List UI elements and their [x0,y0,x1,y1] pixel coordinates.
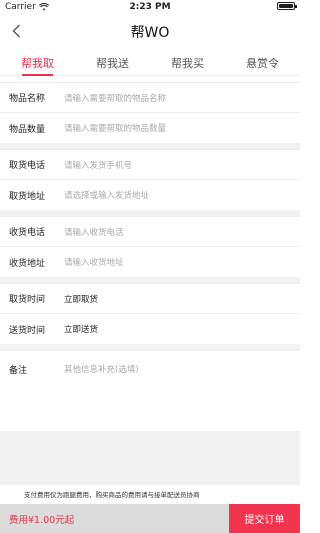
recv-phone-input[interactable]: 请输入收货电话 [64,226,124,238]
recv-addr-row: 收货地址 请输入收货地址 [0,247,300,277]
pickup-time-value[interactable]: 立即取货 [64,293,98,305]
fee-notice: 支付费用仅为跑腿费用，购买商品的费用请与接单配送员协商 [24,491,200,499]
remark-label: 备注 [9,365,28,376]
pickup-time-label: 取货时间 [9,295,46,305]
pickup-time-row[interactable]: 取货时间 立即取货 [0,284,300,314]
time-section: 取货时间 立即取货 送货时间 立即送货 [0,283,300,344]
remark-input[interactable]: 其他信息补充(选填) [64,363,139,375]
remark-section: 备注 其他信息补充(选填) [0,350,300,387]
item-name-input[interactable]: 请输入需要帮取的物品名称 [64,92,166,104]
pickup-addr-input[interactable]: 请选择或输入发货地址 [64,189,149,201]
receive-section: 收货电话 请输入收货电话 收货地址 请输入收货地址 [0,216,300,277]
item-name-row: 物品名称 请输入需要帮取的物品名称 [0,83,300,113]
pickup-addr-row: 取货地址 请选择或输入发货地址 [0,180,300,210]
battery-icon [277,2,297,10]
item-section: 物品名称 请输入需要帮取的物品名称 物品数量 请输入需要帮取的物品数量 [0,82,300,143]
tab-help-deliver[interactable]: 帮我送 [75,48,150,75]
pickup-phone-label: 取货电话 [9,161,46,171]
item-qty-input[interactable]: 请输入需要帮取的物品数量 [64,122,166,134]
item-qty-label: 物品数量 [9,124,46,135]
bottom-spacer [0,431,300,485]
recv-addr-input[interactable]: 请输入收货地址 [64,256,124,268]
delivery-time-value[interactable]: 立即送货 [64,323,98,335]
pickup-section: 取货电话 请输入发货手机号 取货地址 请选择或输入发货地址 [0,149,300,210]
nav-bar: 帮WO [0,14,300,48]
tab-help-buy[interactable]: 帮我买 [150,48,225,75]
footer-bar: 费用¥1.00元起 提交订单 [0,504,300,533]
tab-help-pickup[interactable]: 帮我取 [0,48,75,76]
fee-label: 费用¥1.00元起 [9,514,75,526]
back-button[interactable] [6,19,26,43]
item-name-label: 物品名称 [9,94,46,104]
recv-phone-row: 收货电话 请输入收货电话 [0,217,300,247]
tab-bounty[interactable]: 悬赏令 [225,48,300,75]
submit-order-button[interactable]: 提交订单 [229,504,300,533]
delivery-time-label: 送货时间 [9,325,46,336]
chevron-left-icon [12,24,20,38]
pickup-phone-input[interactable]: 请输入发货手机号 [64,159,132,171]
recv-addr-label: 收货地址 [9,258,46,269]
battery-group [277,2,297,10]
item-qty-row: 物品数量 请输入需要帮取的物品数量 [0,113,300,143]
remark-row: 备注 其他信息补充(选填) [0,351,300,387]
status-bar: Carrier 2:23 PM [0,0,300,14]
pickup-addr-label: 取货地址 [9,191,46,202]
order-form: 物品名称 请输入需要帮取的物品名称 物品数量 请输入需要帮取的物品数量 取货电话… [0,82,300,387]
tab-bar: 帮我取 帮我送 帮我买 悬赏令 [0,48,300,76]
page-title: 帮WO [130,25,170,41]
status-time: 2:23 PM [129,2,171,12]
recv-phone-label: 收货电话 [9,228,46,238]
delivery-time-row[interactable]: 送货时间 立即送货 [0,314,300,344]
pickup-phone-row: 取货电话 请输入发货手机号 [0,150,300,180]
